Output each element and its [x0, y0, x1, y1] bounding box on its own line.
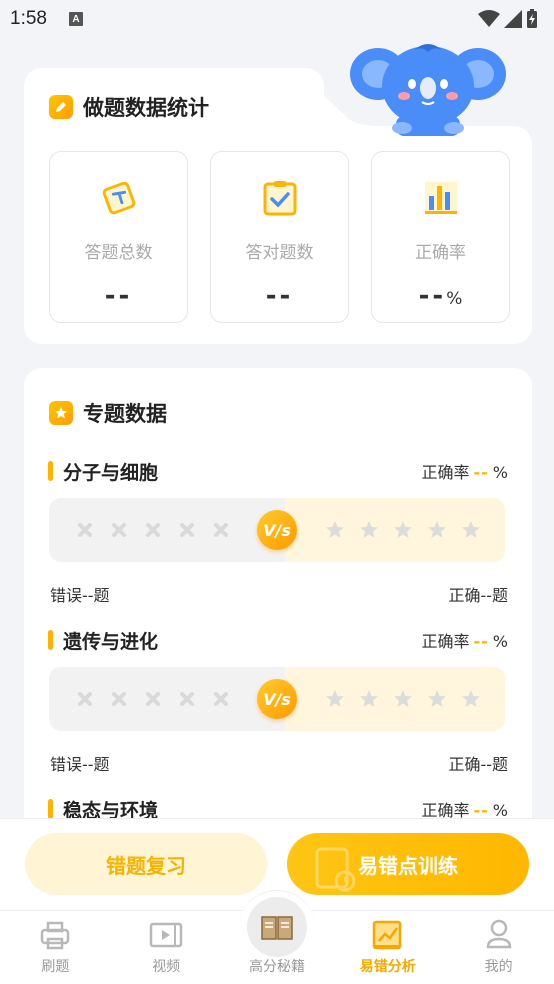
- nav-item-me[interactable]: 我的: [443, 911, 554, 984]
- video-icon: [149, 918, 183, 952]
- book-icon[interactable]: [247, 897, 307, 957]
- right-marks: [285, 498, 505, 562]
- person-icon: [482, 918, 516, 952]
- stat-rate-label: 正确率: [415, 243, 466, 263]
- topic-card: 专题数据 分子与细胞 正确率 --% V/s 错误--题 正确--题 遗传与进化…: [24, 368, 532, 838]
- topic-accent-bar: [48, 630, 53, 650]
- cross-icon: [143, 689, 163, 709]
- star-icon: [326, 521, 344, 538]
- wrong-count: 错误--题: [50, 755, 110, 774]
- topic-accent-bar: [48, 461, 53, 481]
- star-icon: [428, 521, 446, 538]
- nav-label: 刷题: [41, 959, 70, 975]
- cross-icon: [211, 520, 231, 540]
- nav-label: 我的: [484, 959, 513, 975]
- pencil-icon: [99, 178, 139, 218]
- printer-icon: [38, 918, 72, 952]
- stat-total[interactable]: 答题总数 --: [49, 151, 188, 323]
- signal-icon: [504, 10, 522, 28]
- status-bar: 1:58 A: [0, 0, 554, 38]
- mistake-review-button[interactable]: 错题复习: [25, 833, 267, 895]
- wrong-count: 错误--题: [50, 586, 110, 605]
- right-count: 正确--题: [448, 586, 508, 605]
- pencil-badge-icon: [49, 95, 73, 119]
- vs-badge: V/s: [257, 510, 297, 550]
- stat-rate[interactable]: 正确率 --%: [371, 151, 510, 323]
- error-point-training-label: 易错点训练: [358, 853, 458, 878]
- stat-correct-label: 答对题数: [245, 243, 314, 263]
- cross-icon: [177, 520, 197, 540]
- wrong-marks: [49, 667, 285, 731]
- stat-correct-value: --: [265, 281, 294, 311]
- wrong-marks: [49, 498, 285, 562]
- nav-item-practice[interactable]: 刷题: [0, 911, 111, 984]
- chart-icon: [371, 918, 405, 952]
- document-clock-icon: [315, 847, 355, 892]
- star-icon: [462, 690, 480, 707]
- stat-total-value: --: [104, 281, 133, 311]
- stats-card-title-text: 做题数据统计: [83, 96, 209, 120]
- nav-label: 高分秘籍: [248, 959, 305, 975]
- battery-icon: [527, 9, 537, 28]
- star-icon: [360, 690, 378, 707]
- cross-icon: [75, 689, 95, 709]
- star-icon: [428, 690, 446, 707]
- topic-accent-bar: [48, 799, 53, 819]
- nav-label: 视频: [152, 959, 181, 975]
- cross-icon: [75, 520, 95, 540]
- cross-icon: [109, 689, 129, 709]
- topic-name: 分子与细胞: [63, 461, 159, 484]
- error-point-training-button[interactable]: 易错点训练: [287, 833, 529, 895]
- star-icon: [394, 690, 412, 707]
- stat-correct[interactable]: 答对题数 --: [210, 151, 349, 323]
- star-icon: [360, 521, 378, 538]
- cross-icon: [177, 689, 197, 709]
- topic-name: 遗传与进化: [63, 630, 159, 653]
- koala-mascot: [350, 44, 506, 136]
- stats-row: 答题总数 -- 答对题数 -- 正确率 --%: [49, 151, 510, 323]
- bar-chart-icon: [421, 178, 461, 218]
- notification-icon: A: [68, 12, 83, 26]
- versus-track: V/s: [49, 667, 505, 731]
- stats-card-title: 做题数据统计: [49, 92, 209, 122]
- star-icon: [326, 690, 344, 707]
- stat-rate-value: --%: [418, 281, 463, 311]
- wifi-icon: [478, 10, 500, 27]
- topic-rate: 正确率 --%: [421, 632, 509, 651]
- star-icon: [394, 521, 412, 538]
- star-icon: [462, 521, 480, 538]
- nav-item-video[interactable]: 视频: [111, 911, 222, 984]
- checked-clipboard-icon: [260, 178, 300, 218]
- status-indicators: [478, 9, 538, 29]
- cross-icon: [109, 520, 129, 540]
- topic-card-title: 专题数据: [49, 398, 167, 428]
- nav-item-error-analysis[interactable]: 易错分析: [332, 911, 443, 984]
- nav-label: 易错分析: [359, 959, 416, 975]
- status-time: 1:58: [10, 8, 47, 29]
- right-marks: [285, 667, 505, 731]
- right-count: 正确--题: [448, 755, 508, 774]
- star-badge-icon: [49, 401, 73, 425]
- cross-icon: [211, 689, 231, 709]
- topic-rate: 正确率 --%: [421, 463, 509, 482]
- versus-track: V/s: [49, 498, 505, 562]
- topic-card-title-text: 专题数据: [83, 402, 167, 426]
- vs-badge: V/s: [257, 679, 297, 719]
- cross-icon: [143, 520, 163, 540]
- stat-total-label: 答题总数: [84, 243, 153, 263]
